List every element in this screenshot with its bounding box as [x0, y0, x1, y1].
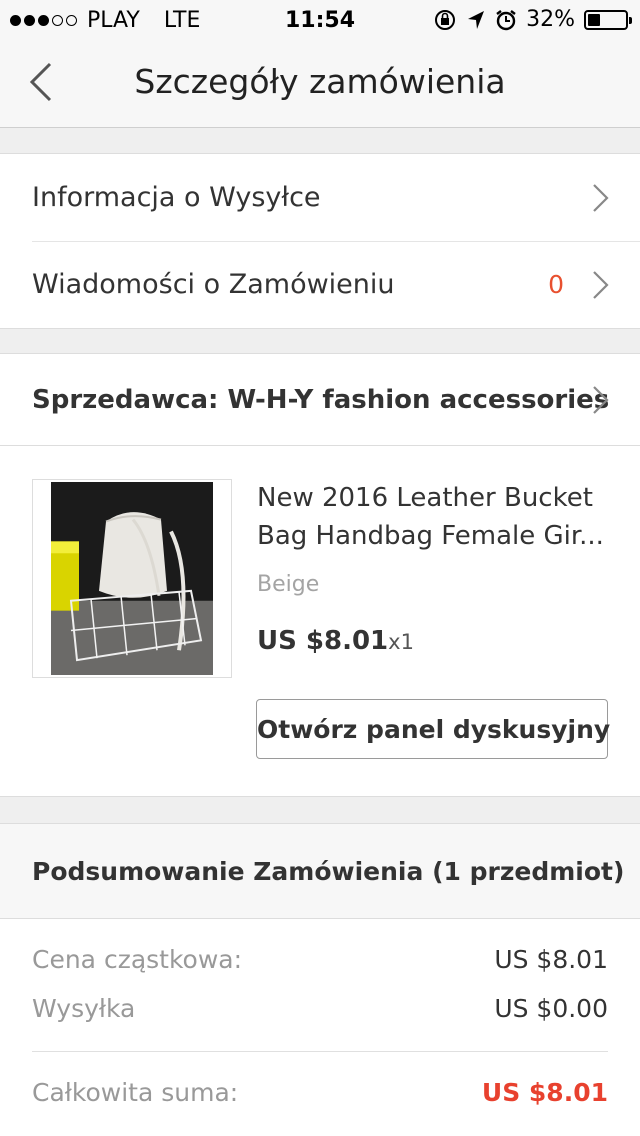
status-bar: PLAY LTE 11:54 32% [0, 0, 640, 40]
subtotal-row: Cena cząstkowa: US $8.01 [32, 945, 608, 974]
seller-row[interactable]: Sprzedawca: W-H-Y fashion accessories [0, 353, 640, 446]
seller-name: Sprzedawca: W-H-Y fashion accessories [32, 384, 610, 415]
order-messages-row[interactable]: Wiadomości o Zamówieniu 0 [0, 241, 640, 328]
chevron-right-icon [593, 270, 609, 299]
product-card: New 2016 Leather Bucket Bag Handbag Fema… [0, 446, 640, 797]
navigation-bar: Szczegóły zamówienia [0, 40, 640, 128]
shipping-row: Wysyłka US $0.00 [32, 994, 608, 1023]
location-arrow-icon [468, 10, 485, 29]
shipping-value: US $0.00 [494, 994, 608, 1023]
summary-divider [32, 1051, 608, 1052]
product-price: US $8.01 [257, 626, 389, 656]
battery-percent: 32% [526, 7, 575, 32]
open-dispute-button[interactable]: Otwórz panel dyskusyjny [256, 699, 610, 759]
order-messages-label: Wiadomości o Zamówieniu [32, 269, 395, 300]
product-quantity: x1 [388, 630, 414, 654]
summary-heading: Podsumowanie Zamówienia (1 przedmiot) [0, 823, 640, 919]
page-title: Szczegóły zamówienia [134, 62, 506, 101]
shipping-info-row[interactable]: Informacja o Wysyłce [0, 154, 640, 241]
product-photo [51, 482, 213, 675]
message-count-badge: 0 [548, 270, 564, 299]
order-summary-card: Podsumowanie Zamówienia (1 przedmiot) Ce… [0, 823, 640, 1136]
product-variant: Beige [257, 572, 320, 597]
product-price-line: US $8.01x1 [257, 626, 414, 656]
seller-card: Sprzedawca: W-H-Y fashion accessories [0, 353, 640, 446]
subtotal-label: Cena cząstkowa: [32, 945, 243, 974]
chevron-right-icon [593, 385, 609, 414]
rotation-lock-icon [435, 9, 456, 30]
product-title[interactable]: New 2016 Leather Bucket Bag Handbag Fema… [257, 479, 617, 555]
shipping-info-label: Informacja o Wysyłce [32, 182, 321, 213]
alarm-icon [496, 9, 516, 30]
shipping-label: Wysyłka [32, 994, 136, 1023]
order-info-card: Informacja o Wysyłce Wiadomości o Zamówi… [0, 153, 640, 329]
total-value: US $8.01 [481, 1078, 608, 1107]
subtotal-value: US $8.01 [494, 945, 608, 974]
total-label: Całkowita suma: [32, 1078, 239, 1107]
chevron-right-icon [593, 183, 609, 212]
total-row: Całkowita suma: US $8.01 [32, 1078, 608, 1107]
product-thumbnail[interactable] [32, 479, 232, 678]
battery-icon [584, 9, 632, 30]
